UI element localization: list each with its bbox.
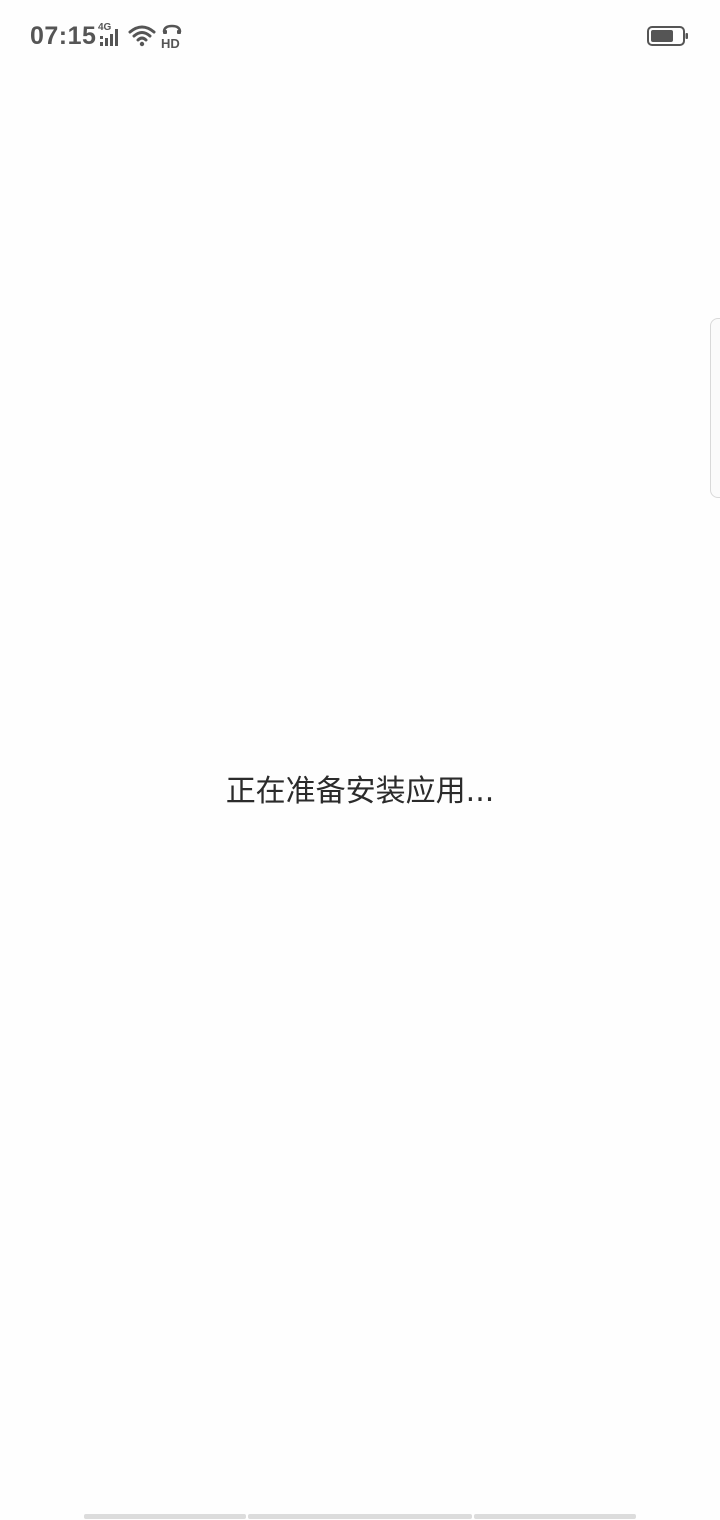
nav-gesture-right[interactable]: [474, 1514, 636, 1519]
nav-gesture-left[interactable]: [84, 1514, 246, 1519]
gesture-navigation-bar[interactable]: [84, 1514, 636, 1520]
status-time: 07:15: [30, 22, 97, 50]
hd-icon: HD: [160, 24, 184, 51]
install-preparing-screen: 07:15 4G HD 正在准备安装应用...: [0, 0, 720, 1520]
edge-panel-handle[interactable]: [710, 318, 720, 498]
signal-4g-icon: 4G: [98, 22, 124, 48]
network-type-label: 4G: [98, 22, 112, 33]
battery-icon: [647, 26, 689, 46]
svg-text:HD: HD: [161, 36, 180, 50]
wifi-icon: [128, 24, 156, 48]
install-status-message: 正在准备安装应用...: [225, 774, 495, 809]
nav-gesture-home[interactable]: [248, 1514, 472, 1519]
status-bar: 07:15 4G HD: [0, 0, 720, 74]
